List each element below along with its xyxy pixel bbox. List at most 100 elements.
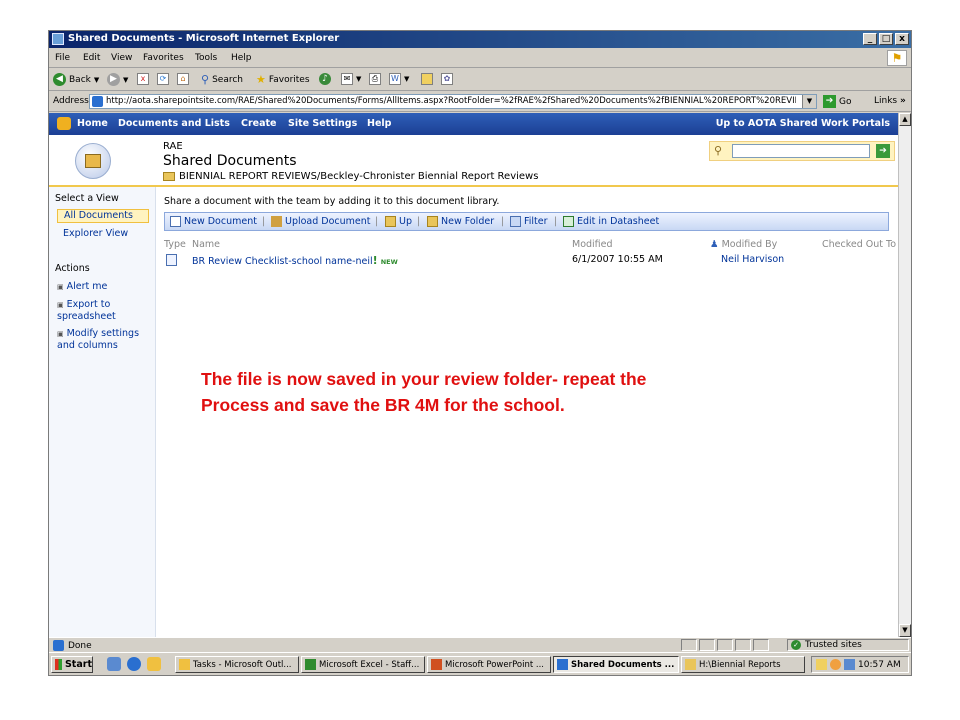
excel-icon <box>305 659 316 670</box>
messenger-icon: ✿ <box>441 73 453 85</box>
document-link[interactable]: BR Review Checklist-school name-neil! NE… <box>192 254 398 267</box>
search-button[interactable]: ⚲ Search <box>201 73 243 86</box>
search-input[interactable] <box>732 144 870 158</box>
folder-icon <box>685 659 696 670</box>
action-alert-me[interactable]: ▣ Alert me <box>57 281 152 293</box>
menu-view[interactable]: View <box>111 53 132 63</box>
refresh-button[interactable]: ⟳ <box>157 73 169 85</box>
edit-in-datasheet-button[interactable]: Edit in Datasheet <box>563 216 659 227</box>
modified-by-user[interactable]: Neil Harvison <box>721 254 784 265</box>
filter-button[interactable]: Filter <box>510 216 548 227</box>
ie-icon <box>557 659 568 670</box>
start-button[interactable]: Start <box>51 656 93 673</box>
address-input[interactable]: http://aota.sharepointsite.com/RAE/Share… <box>89 94 817 109</box>
windows-flag-icon <box>55 659 62 670</box>
separator: | <box>417 216 421 227</box>
browser-toolbar: ◀ Back ▼ ▶ ▼ x ⟳ ⌂ ⚲ Search ★ Favorites … <box>49 69 911 91</box>
nav-site-settings[interactable]: Site Settings <box>288 118 357 129</box>
home-button[interactable]: ⌂ <box>177 73 189 85</box>
site-name[interactable]: RAE <box>163 141 183 152</box>
outlook-icon[interactable] <box>147 657 161 671</box>
status-bar: Done ✓ Trusted sites <box>49 637 911 652</box>
document-library-icon <box>85 154 101 168</box>
menu-favorites[interactable]: Favorites <box>143 53 184 63</box>
chevron-down-icon[interactable]: ▼ <box>802 95 816 108</box>
up-button[interactable]: Up <box>385 216 412 227</box>
column-modified-by[interactable]: ♟ Modified By <box>710 239 777 250</box>
mail-icon[interactable] <box>816 659 827 670</box>
security-zone[interactable]: ✓ Trusted sites <box>787 639 909 651</box>
word-document-icon[interactable] <box>166 254 177 269</box>
address-bar: Address http://aota.sharepointsite.com/R… <box>49 92 911 112</box>
new-badge: NEW <box>380 258 398 266</box>
task-powerpoint[interactable]: Microsoft PowerPoint ... <box>427 656 551 673</box>
status-cells <box>681 639 769 651</box>
new-folder-button[interactable]: New Folder <box>427 216 494 227</box>
task-excel[interactable]: Microsoft Excel - Staff... <box>301 656 425 673</box>
print-button[interactable]: ⎙ <box>369 73 381 85</box>
edit-button[interactable]: W ▼ <box>389 73 409 85</box>
search-box: ⚲ ➔ <box>709 141 895 161</box>
address-label: Address <box>53 96 89 106</box>
search-icon: ⚲ <box>201 73 210 86</box>
menu-file[interactable]: File <box>55 53 70 63</box>
scroll-up-icon[interactable]: ▲ <box>899 113 911 126</box>
desktop-icon[interactable] <box>107 657 121 671</box>
messenger-button[interactable]: ✿ <box>441 73 453 85</box>
outlook-reminder-icon[interactable] <box>830 659 841 670</box>
discuss-button[interactable] <box>421 73 433 85</box>
search-go-icon[interactable]: ➔ <box>876 144 890 158</box>
bullet-icon: ▣ <box>57 301 64 309</box>
column-modified[interactable]: Modified <box>572 239 613 250</box>
go-button[interactable]: ➔ Go <box>823 95 851 108</box>
task-shared-documents[interactable]: Shared Documents ... <box>553 656 679 673</box>
stop-icon: x <box>137 73 149 85</box>
nav-create[interactable]: Create <box>241 118 277 129</box>
folder-up-icon <box>385 216 396 227</box>
nav-help[interactable]: Help <box>367 118 391 129</box>
task-outlook[interactable]: Tasks - Microsoft Outl... <box>175 656 299 673</box>
ie-icon[interactable] <box>127 657 141 671</box>
minimize-button[interactable]: _ <box>863 33 877 45</box>
network-icon[interactable] <box>844 659 855 670</box>
upload-document-button[interactable]: Upload Document <box>271 216 371 227</box>
links-button[interactable]: Links » <box>874 96 906 106</box>
favorites-button[interactable]: ★ Favorites <box>256 73 310 86</box>
back-arrow-icon: ◀ <box>53 73 66 86</box>
back-button[interactable]: ◀ Back ▼ <box>53 73 99 86</box>
menu-edit[interactable]: Edit <box>83 53 100 63</box>
column-checked-out-to[interactable]: Checked Out To <box>822 239 896 250</box>
search-icon: ⚲ <box>714 144 723 157</box>
menu-help[interactable]: Help <box>231 53 252 63</box>
chevron-down-icon: ▼ <box>404 75 410 83</box>
column-name[interactable]: Name <box>192 239 220 250</box>
new-document-button[interactable]: New Document <box>170 216 257 227</box>
action-export-to-spreadsheet[interactable]: ▣ Export to spreadsheet <box>57 299 152 322</box>
view-all-documents[interactable]: All Documents <box>57 209 149 223</box>
maximize-button[interactable]: □ <box>879 33 893 45</box>
url-text[interactable]: http://aota.sharepointsite.com/RAE/Share… <box>106 96 796 106</box>
bullet-icon: ▣ <box>57 283 64 291</box>
scroll-down-icon[interactable]: ▼ <box>899 624 911 637</box>
star-icon: ★ <box>256 73 266 86</box>
view-explorer[interactable]: Explorer View <box>63 228 128 239</box>
task-biennial-reports[interactable]: H:\Biennial Reports <box>681 656 805 673</box>
user-icon: ♟ <box>710 239 719 250</box>
mail-button[interactable]: ✉ ▼ <box>341 73 361 85</box>
word-icon: W <box>389 73 401 85</box>
nav-up-to-portal[interactable]: Up to AOTA Shared Work Portals <box>716 118 890 129</box>
column-type[interactable]: Type <box>164 239 186 250</box>
forward-button[interactable]: ▶ ▼ <box>107 73 128 86</box>
nav-documents-and-lists[interactable]: Documents and Lists <box>118 118 230 129</box>
menu-tools[interactable]: Tools <box>195 53 217 63</box>
page-title: Shared Documents <box>163 153 297 169</box>
close-button[interactable]: x <box>895 33 909 45</box>
mail-icon: ✉ <box>341 73 353 85</box>
stop-button[interactable]: x <box>137 73 149 85</box>
media-button[interactable]: ♪ <box>319 73 331 85</box>
action-modify-settings[interactable]: ▣ Modify settings and columns <box>57 328 152 351</box>
new-document-icon <box>170 216 181 227</box>
nav-home[interactable]: Home <box>77 118 108 129</box>
vertical-scrollbar[interactable]: ▲ ▼ <box>898 113 911 637</box>
modified-date: 6/1/2007 10:55 AM <box>572 254 663 265</box>
